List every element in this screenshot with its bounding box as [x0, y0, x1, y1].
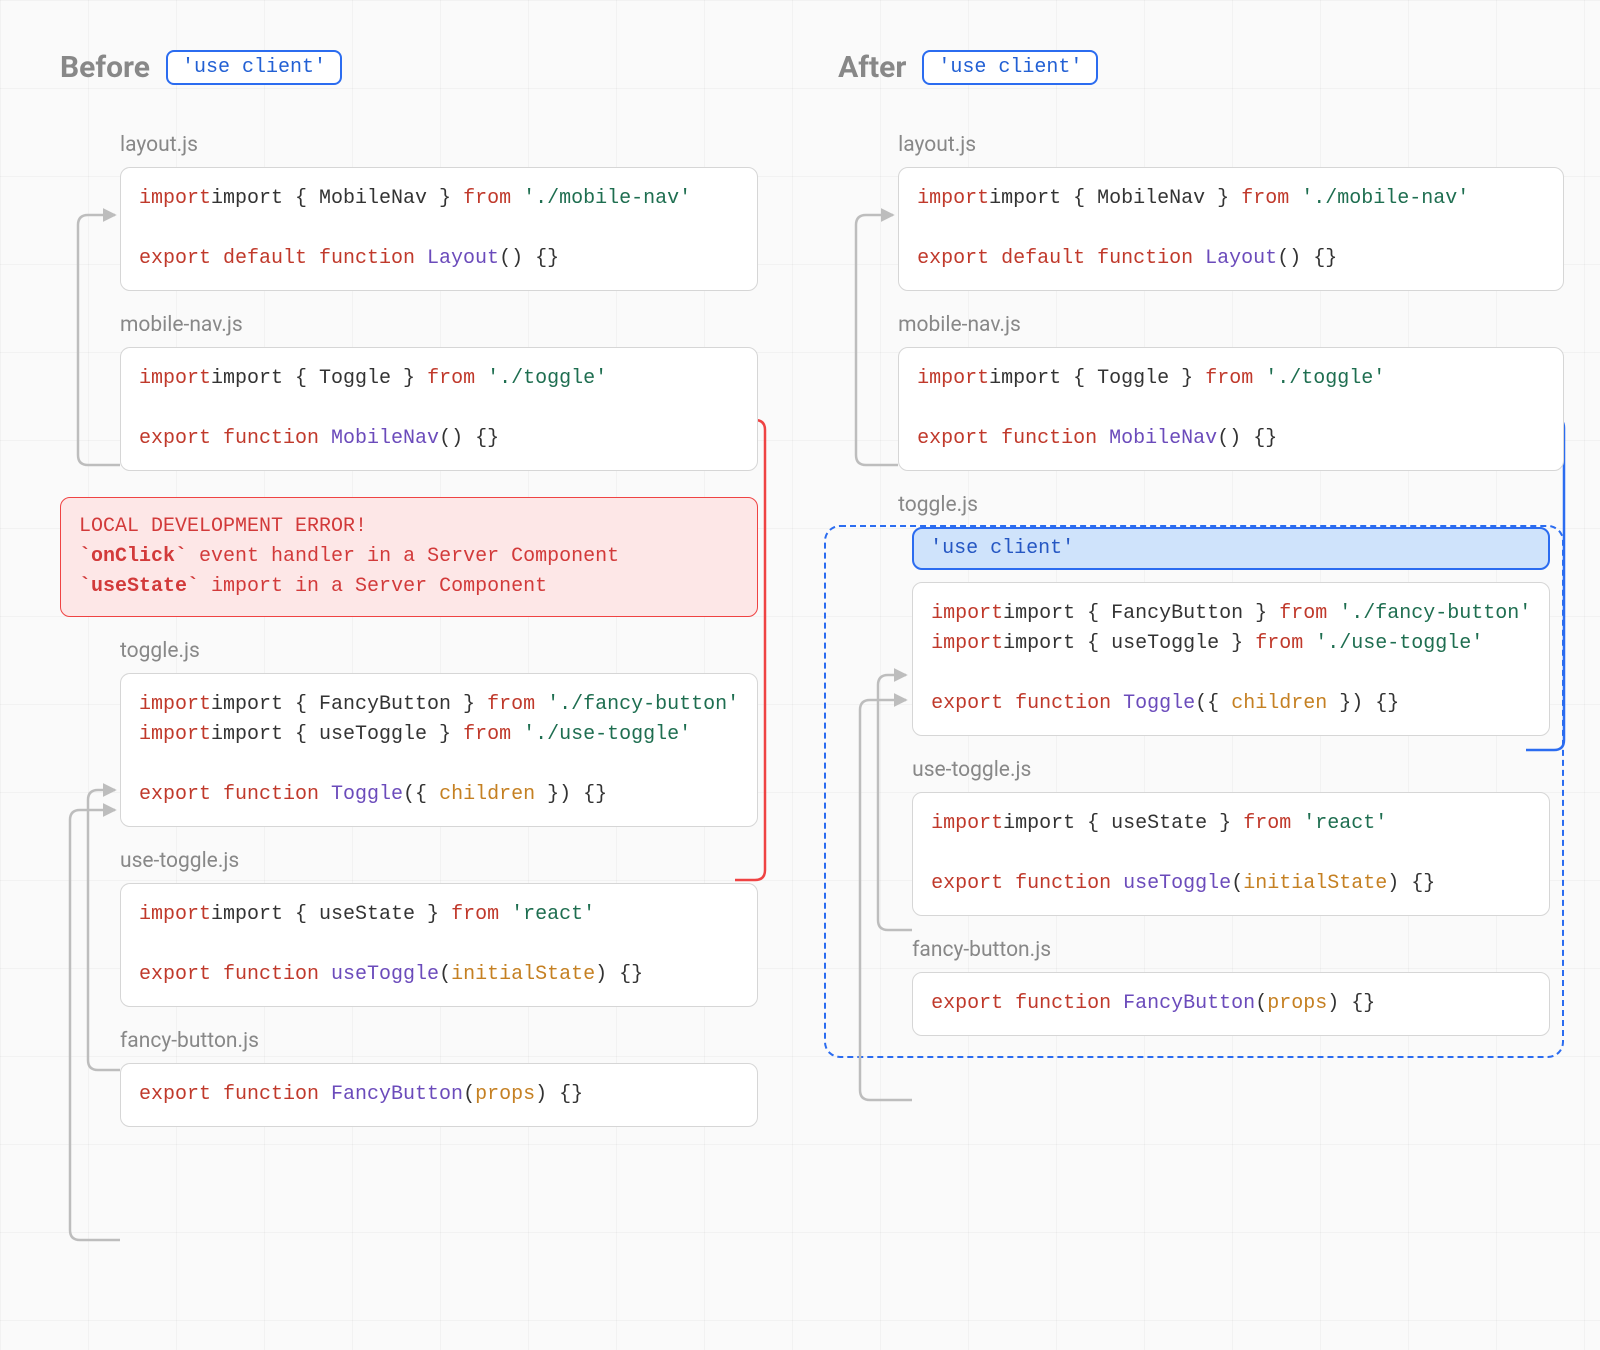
code-use-toggle: importimport { useState } from 'react' e…: [120, 883, 758, 1007]
file-label-fancy-button: fancy-button.js: [912, 938, 1550, 962]
use-client-badge: 'use client': [922, 50, 1098, 85]
error-title: LOCAL DEVELOPMENT ERROR!: [79, 512, 739, 542]
before-title: Before: [60, 50, 150, 85]
code-layout: importimport { MobileNav } from './mobil…: [120, 167, 758, 291]
code-fancy-button: export function FancyButton(props) {}: [912, 972, 1550, 1036]
diagram-columns: Before 'use client' layout.js importimpo…: [60, 50, 1540, 1127]
file-label-layout: layout.js: [120, 133, 758, 157]
use-client-badge: 'use client': [166, 50, 342, 85]
file-label-toggle: toggle.js: [898, 493, 1564, 517]
file-label-use-toggle: use-toggle.js: [120, 849, 758, 873]
file-label-layout: layout.js: [898, 133, 1564, 157]
code-mobile-nav: importimport { Toggle } from './toggle' …: [120, 347, 758, 471]
file-label-use-toggle: use-toggle.js: [912, 758, 1550, 782]
code-toggle: importimport { FancyButton } from './fan…: [912, 582, 1550, 736]
after-title: After: [838, 50, 906, 85]
file-label-fancy-button: fancy-button.js: [120, 1029, 758, 1053]
before-column: Before 'use client' layout.js importimpo…: [60, 50, 758, 1127]
before-header: Before 'use client': [60, 50, 758, 85]
code-mobile-nav: importimport { Toggle } from './toggle' …: [898, 347, 1564, 471]
after-column: After 'use client' layout.js importimpor…: [838, 50, 1564, 1127]
client-boundary-group: 'use client' importimport { FancyButton …: [824, 525, 1564, 1058]
error-box: LOCAL DEVELOPMENT ERROR! `onClick` event…: [60, 497, 758, 617]
after-header: After 'use client': [838, 50, 1564, 85]
code-fancy-button: export function FancyButton(props) {}: [120, 1063, 758, 1127]
use-client-directive: 'use client': [912, 527, 1550, 570]
file-label-mobile-nav: mobile-nav.js: [898, 313, 1564, 337]
file-label-toggle: toggle.js: [120, 639, 758, 663]
code-use-toggle: importimport { useState } from 'react' e…: [912, 792, 1550, 916]
code-layout: importimport { MobileNav } from './mobil…: [898, 167, 1564, 291]
file-label-mobile-nav: mobile-nav.js: [120, 313, 758, 337]
code-toggle: importimport { FancyButton } from './fan…: [120, 673, 758, 827]
